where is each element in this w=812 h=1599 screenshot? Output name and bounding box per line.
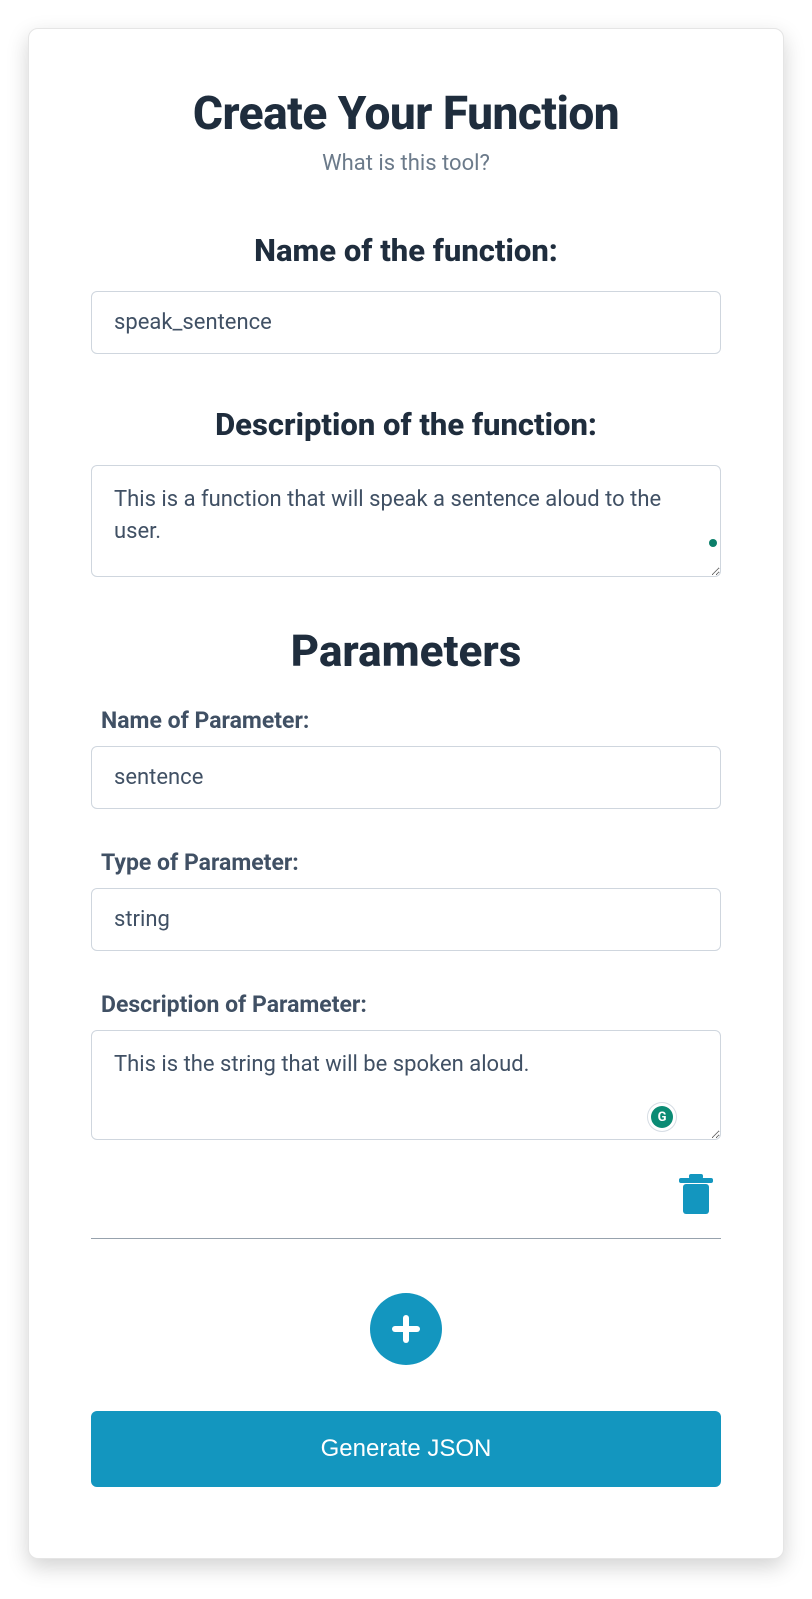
param-name-input[interactable] bbox=[91, 746, 721, 809]
parameter-block: Name of Parameter: Type of Parameter: De… bbox=[49, 707, 763, 1220]
function-name-input[interactable] bbox=[91, 291, 721, 354]
page-title: Create Your Function bbox=[49, 87, 763, 141]
form-card: Create Your Function What is this tool? … bbox=[28, 28, 784, 1559]
page-subtitle-link[interactable]: What is this tool? bbox=[49, 151, 763, 176]
generate-json-button[interactable]: Generate JSON bbox=[91, 1411, 721, 1487]
add-parameter-button[interactable] bbox=[370, 1293, 442, 1365]
function-name-heading: Name of the function: bbox=[49, 232, 763, 269]
parameters-heading: Parameters bbox=[49, 625, 763, 677]
trash-icon bbox=[677, 1174, 715, 1216]
function-description-textarea[interactable] bbox=[91, 465, 721, 577]
section-divider bbox=[91, 1238, 721, 1239]
param-type-label: Type of Parameter: bbox=[101, 849, 721, 876]
param-name-label: Name of Parameter: bbox=[101, 707, 721, 734]
delete-parameter-button[interactable] bbox=[673, 1170, 719, 1220]
param-type-input[interactable] bbox=[91, 888, 721, 951]
function-description-heading: Description of the function: bbox=[49, 406, 763, 443]
param-description-textarea[interactable] bbox=[91, 1030, 721, 1140]
param-description-label: Description of Parameter: bbox=[101, 991, 721, 1018]
plus-icon bbox=[389, 1312, 423, 1346]
